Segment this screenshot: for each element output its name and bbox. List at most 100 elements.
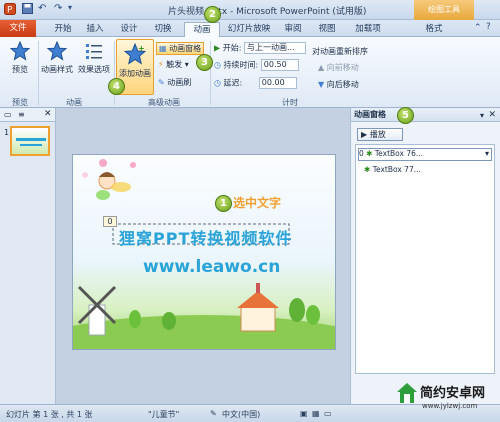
redo-icon[interactable]: ↷ [54,3,62,14]
group-separator [38,41,39,105]
effect-options-button[interactable]: 效果选项 [76,41,112,75]
trigger-button[interactable]: ⚡ 触发 ▾ [158,59,189,70]
slides-panel: ▭ ≡ ✕ 1 [0,108,56,404]
tab-insert[interactable]: 插入 [82,22,108,37]
watermark-brand: 简约安卓网 [420,386,486,401]
tab-transitions[interactable]: 切换 [150,22,176,37]
delay-label: 延迟: [223,78,243,88]
outline-view-icon[interactable]: ≡ [18,110,25,119]
save-icon[interactable] [22,3,33,17]
group-separator [114,41,115,105]
animation-item[interactable]: 0 ✱ TextBox 76... ▾ [358,148,492,161]
duration-icon: ◷ [214,60,221,70]
slides-view-icon[interactable]: ▭ [4,110,12,119]
group-label-animation: 动画 [66,98,82,107]
start-row: ▶ 开始: 与上一动画... [214,42,306,54]
help-icon[interactable]: ? [486,22,491,32]
start-label: 开始: [222,43,242,53]
reading-view-icon[interactable]: ▭ [324,409,332,418]
contextual-tab-drawing-tools: 绘图工具 [414,0,474,20]
group-label-timing: 计时 [282,98,298,107]
svg-text:+: + [138,44,145,53]
delay-spinner[interactable]: 00.00 [258,77,297,89]
animation-painter-label: 动画刷 [167,78,192,87]
slide-title-text[interactable]: 狸窝PPT转换视频软件 [119,225,292,249]
undo-icon[interactable]: ↶ [38,3,46,14]
preview-label: 预览 [12,65,28,74]
callout-1: 1 [215,195,232,212]
add-animation-label: 添加动画 [119,69,151,78]
callout-4: 4 [108,78,125,95]
animation-tag[interactable]: 0 [103,216,117,227]
tab-add-ins[interactable]: 加载项 [350,22,386,37]
move-later-label: 向后移动 [326,80,359,89]
play-label: 播放 [369,130,386,139]
animation-order: 0 [359,149,364,158]
animation-list: 0 ✱ TextBox 76... ▾ ✱ TextBox 77... [355,144,495,374]
tab-slide-show[interactable]: 幻灯片放映 [224,22,274,37]
animation-pane-label: 动画窗格 [169,44,202,53]
move-earlier-icon: ▲ [318,63,325,72]
slide-number: 1 [4,128,10,137]
tab-format[interactable]: 格式 [420,22,448,37]
tab-review[interactable]: 审阅 [280,22,306,37]
group-label-advanced-animation: 高级动画 [148,98,180,107]
tab-home[interactable]: 开始 [50,22,76,37]
quick-access-dropdown-icon[interactable]: ▾ [68,3,72,12]
tab-file[interactable]: 文件 [0,20,36,37]
animation-item[interactable]: ✱ TextBox 77... [364,165,421,178]
play-button[interactable]: ▶ 播放 [357,128,403,141]
animation-item-dropdown-icon[interactable]: ▾ [485,149,489,158]
start-dropdown[interactable]: 与上一动画... [243,42,306,54]
animation-style-label: 动画样式 [41,65,73,74]
house-icon [237,283,279,332]
close-panel-icon[interactable]: ✕ [44,109,52,119]
pane-menu-dropdown-icon[interactable]: ▾ [480,109,484,122]
trigger-icon: ⚡ [158,60,164,69]
trigger-label: 触发 [166,60,183,69]
animation-style-star-icon [47,41,67,61]
effect-options-label: 效果选项 [78,65,110,74]
animation-painter-icon: ✎ [158,78,165,87]
animation-style-button[interactable]: 动画样式 [40,41,74,75]
thumbnail-url-bar [20,144,42,146]
move-later-icon: ▼ [318,80,325,89]
close-pane-icon[interactable]: ✕ [488,109,496,122]
entrance-effect-icon: ✱ [366,149,373,158]
watermark-logo: 简约安卓网 www.jylzwj.com [396,378,500,422]
animation-item-name: TextBox 77... [372,165,421,174]
animation-pane-button[interactable]: ▦ 动画窗格 [156,42,205,55]
app-icon[interactable]: P [4,3,16,18]
preview-button[interactable]: 预览 [6,41,34,75]
trigger-dropdown-icon: ▾ [184,60,189,69]
tab-animations[interactable]: 动画 [184,22,220,37]
move-later-button[interactable]: ▼ 向后移动 [318,79,359,90]
slide-background-art [73,159,335,349]
move-earlier-button[interactable]: ▲ 向前移动 [318,62,359,73]
window-title: 片头视频.pptx - Microsoft PowerPoint (试用版) [168,7,367,17]
normal-view-icon[interactable]: ▣ [300,409,308,418]
fairy-icon [96,172,131,200]
tab-design[interactable]: 设计 [116,22,142,37]
ribbon: 预览 预览 动画样式 效果选项 动画 + 添加动画 ▦ 动画窗格 ⚡ 触发 ▾ … [0,37,500,108]
theme-name: "儿童节" [148,410,180,419]
slide-sorter-icon[interactable]: ▦ [312,409,320,418]
language: 中文(中国) [222,410,261,419]
effect-options-list-icon [86,44,102,59]
slide-thumbnail[interactable] [10,126,50,156]
slide-url-text[interactable]: www.leawo.cn [143,257,280,277]
animation-pane-title: 动画窗格 [354,110,386,119]
animation-painter-button[interactable]: ✎ 动画刷 [158,77,191,88]
thumbnail-title-bar [16,138,46,141]
duration-spinner[interactable]: 00.50 [260,59,299,71]
tab-view[interactable]: 视图 [314,22,340,37]
minimize-ribbon-icon[interactable]: ⌃ [474,23,482,33]
slide[interactable]: 选中文字 1 0 狸窝PPT转换视频软件 www.leawo.cn [72,154,336,350]
animation-pane-header: 动画窗格 ▾ ✕ [351,108,500,122]
delay-icon: ◷ [214,78,221,88]
callout-3: 3 [196,54,213,71]
duration-label: 持续时间: [223,60,259,70]
play-icon: ▶ [361,130,368,139]
animation-pane: 动画窗格 ▾ ✕ 5 ▶ 播放 0 ✱ TextBox 76... ▾ ✱ Te… [350,107,500,404]
slides-panel-header: ▭ ≡ ✕ [0,108,55,122]
